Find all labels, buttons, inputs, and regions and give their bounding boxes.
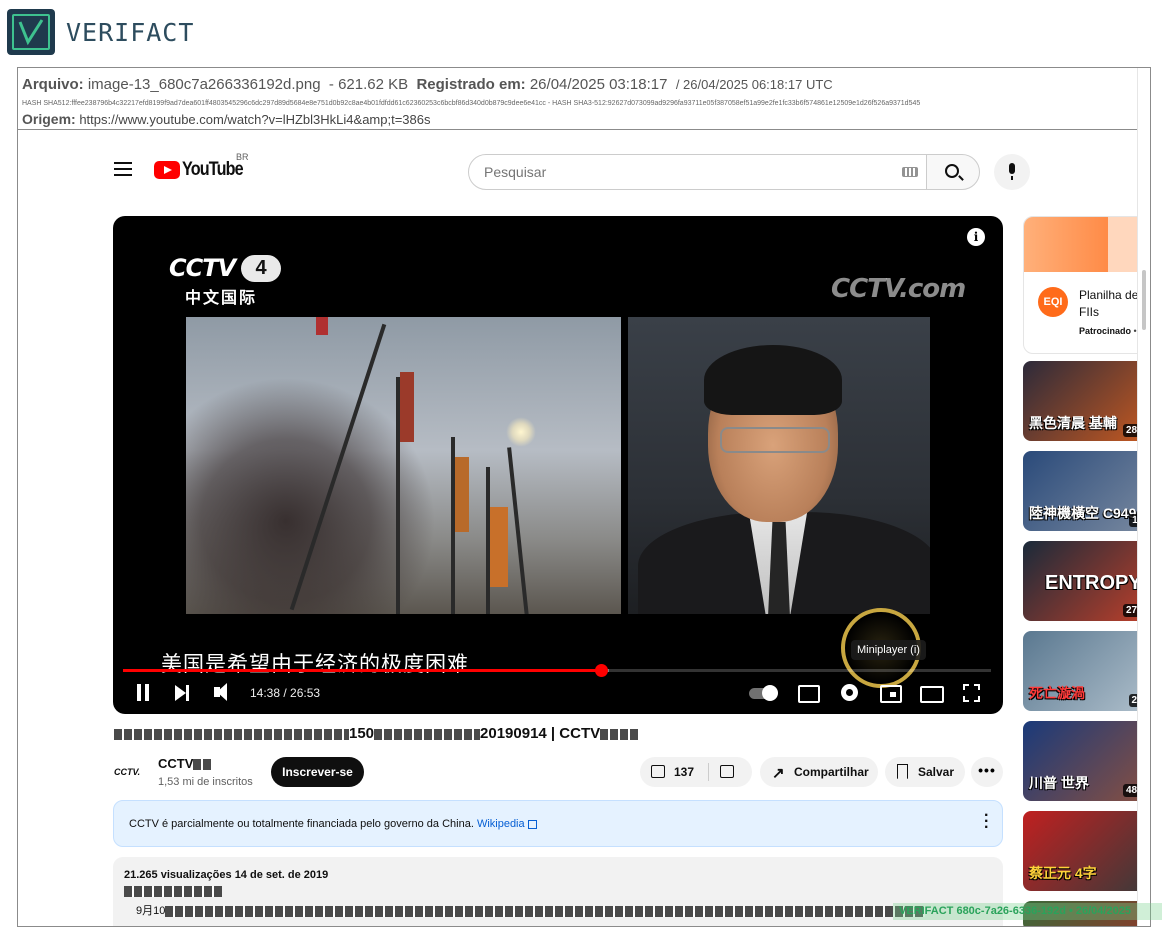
like-count[interactable]: 137 [674, 765, 694, 779]
verifact-header: VERIFACT [0, 0, 1162, 64]
funding-text: CCTV é parcialmente ou totalmente financ… [129, 818, 474, 830]
capture-frame: Arquivo: image-13_680c7a266336192d.png -… [17, 67, 1151, 927]
like-icon[interactable] [651, 765, 665, 778]
progress-bar[interactable] [123, 664, 991, 677]
funding-menu-icon[interactable]: · · · [984, 808, 989, 836]
microphone-icon [1009, 163, 1015, 180]
autoplay-toggle-icon[interactable] [749, 682, 779, 704]
share-button[interactable]: ↗ Compartilhar [760, 757, 878, 787]
thumbnail-text: 陸神機橫空 C949 [1029, 505, 1137, 521]
voice-search-button[interactable] [994, 154, 1030, 190]
cctv4-channel-bug: CCTV 4 [169, 254, 281, 284]
ad-banner-image [1024, 217, 1150, 272]
registered-utc: / 26/04/2025 06:18:17 UTC [675, 77, 833, 92]
video-frame-flags [186, 317, 621, 614]
file-name: image-13_680c7a266336192d.png [87, 76, 321, 93]
verifact-logo-icon [7, 9, 55, 55]
search-button[interactable] [926, 154, 980, 190]
cctv-corner-logo: CCTV.com [831, 274, 966, 304]
sponsored-ad-card[interactable]: EQI Planilha de IFIIs Patrocinado • m [1023, 216, 1150, 354]
search-icon [945, 164, 959, 178]
youtube-logo[interactable]: YouTube BR [154, 152, 253, 182]
hamburger-menu-icon[interactable] [114, 162, 132, 176]
verifact-watermark: VERIFACT 680c-7a26-6336-192d • 26/04/202… [893, 903, 1162, 920]
channel-avatar[interactable]: CCTV. [114, 761, 144, 783]
view-stats: 21.265 visualizações 14 de set. de 2019 [124, 869, 329, 881]
video-title: 150 20190914 | CCTV [114, 725, 641, 742]
subtitle-text: 美国是希望由于经济的极度困难 [161, 653, 469, 676]
capture-metadata: Arquivo: image-13_680c7a266336192d.png -… [18, 68, 1150, 130]
hash-line: HASH SHA512:fffee238796b4c32217efd8199f9… [22, 100, 921, 107]
description-line-prefix: 9月10 [136, 905, 166, 917]
fullscreen-icon[interactable] [962, 682, 982, 704]
keyboard-icon[interactable] [902, 167, 918, 177]
miniplayer-icon[interactable] [879, 682, 902, 704]
channel-bug-text: CCTV [169, 254, 236, 282]
ad-title-line-2: FIIs [1079, 305, 1099, 319]
theater-mode-icon[interactable] [919, 682, 944, 704]
progress-played [123, 669, 602, 672]
ad-title-line-1: Planilha de I [1079, 288, 1146, 302]
pause-icon[interactable] [135, 682, 151, 704]
related-video-thumbnail[interactable]: 死亡漩渦28: [1023, 631, 1150, 711]
channel-bug-number: 4 [241, 255, 281, 282]
thumbnail-text: ENTROPY [1045, 572, 1142, 594]
more-actions-button[interactable]: ••• [971, 757, 1003, 787]
bookmark-icon [897, 764, 908, 779]
channel-bug-chinese: 中文国际 [185, 290, 258, 307]
verifact-wordmark: VERIFACT [66, 18, 195, 47]
thumbnail-text: 川普 世界 [1029, 775, 1089, 791]
share-icon: ↗ [772, 765, 785, 782]
frame-scrollbar[interactable] [1137, 68, 1150, 926]
youtube-play-icon [154, 161, 180, 179]
dislike-icon[interactable] [720, 765, 734, 778]
related-video-thumbnail[interactable]: ENTROPY 27:1 [1023, 541, 1150, 621]
settings-gear-icon[interactable] [840, 682, 860, 704]
progress-scrubber-handle[interactable] [595, 664, 609, 677]
subscriber-count: 1,53 mi de inscritos [158, 776, 253, 788]
file-label: Arquivo: [22, 76, 84, 93]
subtitles-icon[interactable] [797, 682, 820, 704]
funding-notice: CCTV é parcialmente ou totalmente financ… [113, 800, 1003, 847]
thumbnail-text: 死亡漩渦 [1029, 685, 1085, 701]
file-size: - 621.62 KB [328, 76, 409, 93]
next-video-icon[interactable] [173, 682, 191, 704]
time-display: 14:38 / 26:53 [250, 686, 321, 700]
region-code: BR [236, 152, 249, 162]
save-label: Salvar [918, 765, 955, 779]
youtube-wordmark: YouTube [182, 159, 244, 180]
sponsored-text: Patrocinado [1079, 326, 1132, 336]
channel-name-text: CCTV [158, 756, 194, 771]
miniplayer-tooltip: Miniplayer (i) [851, 640, 926, 660]
ad-advertiser-avatar: EQI [1038, 287, 1068, 317]
related-video-thumbnail[interactable]: 黑色清晨 基輔 28:4 [1023, 361, 1150, 441]
info-icon[interactable]: i [967, 228, 985, 246]
channel-name[interactable]: CCTV [158, 756, 212, 771]
scrollbar-thumb[interactable] [1142, 270, 1146, 330]
registered-time: 26/04/2025 03:18:17 [529, 76, 668, 93]
origin-label: Origem: [22, 111, 76, 127]
search-input[interactable]: Pesquisar [468, 154, 927, 190]
video-frame-speaker [628, 317, 930, 614]
youtube-page: YouTube BR Pesquisar CCTV 4 中文国际 CCTV.co… [18, 130, 1150, 926]
origin-url[interactable]: https://www.youtube.com/watch?v=lHZbl3Hk… [79, 112, 430, 127]
volume-icon[interactable] [213, 682, 235, 704]
thumbnail-text: 黑色清晨 基輔 [1029, 415, 1117, 431]
video-player[interactable]: CCTV 4 中文国际 CCTV.com i 美国是希望由于经济的极度困难 Mi… [113, 216, 1003, 714]
related-video-thumbnail[interactable]: 蔡正元 4字 [1023, 811, 1150, 891]
external-link-icon [527, 819, 537, 829]
search-placeholder: Pesquisar [484, 164, 547, 180]
share-label: Compartilhar [794, 765, 869, 779]
registered-label: Registrado em: [416, 76, 526, 93]
like-dislike-group: 137 [640, 757, 752, 787]
video-title-number: 150 [349, 725, 375, 742]
wikipedia-link[interactable]: Wikipedia [477, 818, 525, 830]
related-video-thumbnail[interactable]: 川普 世界 48:1 [1023, 721, 1150, 801]
description-box[interactable]: 21.265 visualizações 14 de set. de 2019 … [113, 857, 1003, 926]
subscribe-button[interactable]: Inscrever-se [271, 757, 364, 787]
video-title-date: 20190914 | CCTV [480, 725, 601, 742]
thumbnail-text: 蔡正元 4字 [1029, 865, 1097, 881]
save-button[interactable]: Salvar [885, 757, 965, 787]
related-video-thumbnail[interactable]: 陸神機橫空 C94911: [1023, 451, 1150, 531]
